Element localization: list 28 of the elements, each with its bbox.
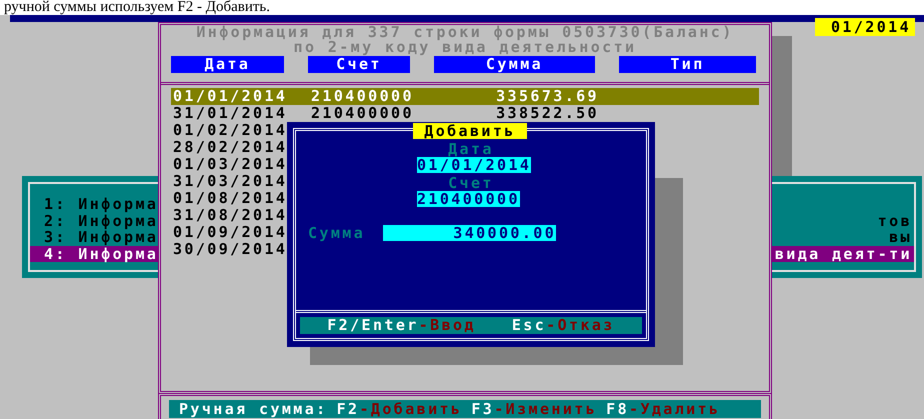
column-header: Счет — [308, 56, 410, 73]
column-header: Дата — [171, 56, 284, 73]
input-field[interactable]: 340000.00 — [383, 225, 556, 241]
period-label: 01/2014 — [815, 18, 915, 36]
key-label[interactable]: F3 — [471, 400, 494, 418]
key-action: -Ввод — [418, 316, 476, 334]
table-row[interactable]: 01/01/2014 210400000 335673.69 — [171, 88, 759, 105]
key-action: -Добавить — [359, 400, 462, 418]
key-action: -Изменить — [494, 400, 598, 418]
input-field[interactable]: 01/01/2014 — [417, 157, 532, 173]
table-row[interactable]: 31/01/2014 210400000 338522.50 — [171, 105, 759, 122]
column-header: Тип — [619, 56, 756, 73]
key-label[interactable]: F2 — [336, 400, 360, 418]
key-label[interactable]: F8 — [606, 400, 630, 418]
key-action: -Отказ — [546, 316, 615, 334]
hint-label: Ручная сумма: — [179, 400, 328, 418]
field-label: Дата — [448, 141, 494, 157]
input-field[interactable]: 210400000 — [417, 191, 520, 207]
window-title: Информация для 337 строки формы 0503730(Баланс) — [195, 25, 735, 40]
dialog-title: Добавить — [413, 123, 527, 139]
field-label: Сумма — [308, 225, 366, 243]
key-label[interactable]: F2/Enter — [327, 316, 419, 334]
key-action: -Удалить — [629, 400, 720, 418]
column-header: Сумма — [434, 56, 595, 73]
document-text: ручной суммы используем F2 - Добавить. — [4, 0, 270, 15]
key-label[interactable]: Esc — [512, 316, 546, 334]
window-title: по 2-му коду вида деятельности — [294, 40, 636, 55]
field-label: Счет — [448, 175, 494, 191]
